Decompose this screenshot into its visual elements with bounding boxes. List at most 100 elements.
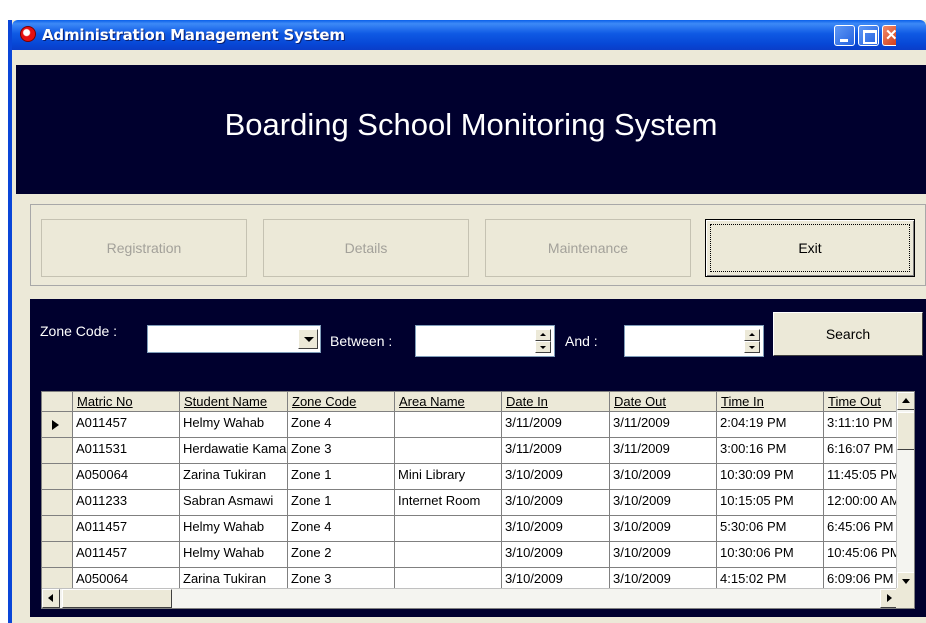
details-button[interactable]: Details (263, 219, 469, 277)
column-header-date-in[interactable]: Date In (502, 392, 610, 412)
horizontal-scroll-thumb[interactable] (62, 589, 172, 608)
cell-zone-code[interactable]: Zone 4 (288, 412, 395, 438)
cell-date-in[interactable]: 3/10/2009 (502, 490, 610, 516)
table-row[interactable]: A050064 Zarina Tukiran Zone 1 Mini Library 3… (42, 464, 898, 490)
table-row[interactable]: A011233 Sabran Asmawi Zone 1 Internet Room 3… (42, 490, 898, 516)
column-header-matric-no[interactable]: Matric No (73, 392, 180, 412)
table-row[interactable]: A011531Herdawatie KamarudinZone 3 3/11/20… (42, 438, 898, 464)
cell-matric-no[interactable]: A011233 (73, 490, 180, 516)
cell-date-in[interactable]: 3/10/2009 (502, 516, 610, 542)
cell-student-name[interactable]: Helmy Wahab (180, 516, 288, 542)
cell-time-out[interactable]: 3:11:10 PM (824, 412, 898, 438)
cell-zone-code[interactable]: Zone 1 (288, 490, 395, 516)
spin-down-icon[interactable] (535, 341, 551, 353)
scroll-up-icon[interactable] (897, 392, 914, 410)
chevron-down-icon[interactable] (298, 329, 318, 349)
close-icon[interactable] (882, 25, 896, 46)
cell-area-name[interactable]: Internet Room (395, 490, 502, 516)
banner-title: Boarding School Monitoring System (224, 107, 718, 142)
cell-date-out[interactable]: 3/10/2009 (610, 490, 717, 516)
vertical-scrollbar[interactable] (896, 392, 914, 590)
scroll-left-icon[interactable] (42, 589, 60, 608)
cell-matric-no[interactable]: A011531 (73, 438, 180, 464)
cell-date-out[interactable]: 3/11/2009 (610, 438, 717, 464)
cell-time-in[interactable]: 10:30:06 PM (717, 542, 824, 568)
spin-up-icon[interactable] (535, 329, 551, 341)
cell-date-in[interactable]: 3/10/2009 (502, 542, 610, 568)
cell-time-out[interactable]: 6:45:06 PM (824, 516, 898, 542)
cell-date-out[interactable]: 3/10/2009 (610, 516, 717, 542)
cell-date-in[interactable]: 3/10/2009 (502, 464, 610, 490)
cell-time-out[interactable]: 11:45:05 PM (824, 464, 898, 490)
cell-date-out[interactable]: 3/11/2009 (610, 412, 717, 438)
exit-button[interactable]: Exit (705, 219, 915, 277)
horizontal-scrollbar[interactable] (42, 588, 898, 608)
cell-time-out[interactable]: 6:16:07 PM (824, 438, 898, 464)
row-selector[interactable] (42, 464, 73, 490)
cell-area-name[interactable] (395, 516, 502, 542)
date-to-spinner[interactable] (744, 329, 760, 353)
cell-area-name[interactable]: Mini Library (395, 464, 502, 490)
cell-date-out[interactable]: 3/10/2009 (610, 542, 717, 568)
app-window: Administration Management System Boardin… (8, 20, 926, 623)
column-header-time-in[interactable]: Time In (717, 392, 824, 412)
maximize-icon[interactable] (858, 25, 879, 46)
records-grid[interactable]: Matric No Student Name Zone Code Area Na… (41, 391, 915, 609)
cell-student-name[interactable]: Zarina Tukiran (180, 464, 288, 490)
cell-time-out[interactable]: 12:00:00 AM (824, 490, 898, 516)
cell-student-name[interactable]: Herdawatie Kamarudin (180, 438, 288, 464)
table-row[interactable]: A011457 Helmy Wahab Zone 4 3/11/2009 3/11/20… (42, 412, 898, 438)
cell-time-in[interactable]: 10:15:05 PM (717, 490, 824, 516)
search-button[interactable]: Search (773, 312, 923, 356)
table-row[interactable]: A011457 Helmy Wahab Zone 4 3/10/2009 3/10/20… (42, 516, 898, 542)
date-from-picker[interactable] (415, 325, 555, 357)
column-header-student-name[interactable]: Student Name (180, 392, 288, 412)
registration-button[interactable]: Registration (41, 219, 247, 277)
cell-time-in[interactable]: 3:00:16 PM (717, 438, 824, 464)
row-selector[interactable] (42, 438, 73, 464)
cell-student-name[interactable]: Helmy Wahab (180, 542, 288, 568)
column-header-date-out[interactable]: Date Out (610, 392, 717, 412)
date-to-picker[interactable] (624, 325, 764, 357)
cell-zone-code[interactable]: Zone 1 (288, 464, 395, 490)
title-bar[interactable]: Administration Management System (12, 20, 926, 50)
cell-matric-no[interactable]: A011457 (73, 412, 180, 438)
cell-date-in[interactable]: 3/11/2009 (502, 412, 610, 438)
cell-matric-no[interactable]: A011457 (73, 516, 180, 542)
cell-area-name[interactable] (395, 542, 502, 568)
cell-date-in[interactable]: 3/11/2009 (502, 438, 610, 464)
cell-matric-no[interactable]: A050064 (73, 464, 180, 490)
row-selector[interactable] (42, 516, 73, 542)
cell-time-in[interactable]: 10:30:09 PM (717, 464, 824, 490)
column-header-area-name[interactable]: Area Name (395, 392, 502, 412)
maintenance-button[interactable]: Maintenance (485, 219, 691, 277)
spin-down-icon[interactable] (744, 341, 760, 353)
and-label: And : (565, 333, 598, 349)
cell-area-name[interactable] (395, 412, 502, 438)
minimize-icon[interactable] (834, 25, 855, 46)
date-from-spinner[interactable] (535, 329, 551, 353)
cell-time-in[interactable]: 5:30:06 PM (717, 516, 824, 542)
cell-zone-code[interactable]: Zone 4 (288, 516, 395, 542)
row-selector[interactable] (42, 542, 73, 568)
cell-area-name[interactable] (395, 438, 502, 464)
search-panel: Zone Code : Between : And : Search Matri… (30, 299, 926, 617)
column-header-time-out[interactable]: Time Out (824, 392, 898, 412)
row-selector[interactable] (42, 490, 73, 516)
column-header-zone-code[interactable]: Zone Code (288, 392, 395, 412)
header-row-selector (42, 392, 73, 412)
between-label: Between : (330, 333, 393, 349)
cell-student-name[interactable]: Sabran Asmawi (180, 490, 288, 516)
cell-date-out[interactable]: 3/10/2009 (610, 464, 717, 490)
cell-student-name[interactable]: Helmy Wahab (180, 412, 288, 438)
zone-code-dropdown[interactable] (147, 325, 321, 353)
table-row[interactable]: A011457 Helmy Wahab Zone 2 3/10/2009 3/10/20… (42, 542, 898, 568)
cell-time-out[interactable]: 10:45:06 PM (824, 542, 898, 568)
cell-zone-code[interactable]: Zone 2 (288, 542, 395, 568)
row-selector[interactable] (42, 412, 73, 438)
cell-matric-no[interactable]: A011457 (73, 542, 180, 568)
cell-zone-code[interactable]: Zone 3 (288, 438, 395, 464)
cell-time-in[interactable]: 2:04:19 PM (717, 412, 824, 438)
spin-up-icon[interactable] (744, 329, 760, 341)
vertical-scroll-thumb[interactable] (897, 412, 914, 450)
